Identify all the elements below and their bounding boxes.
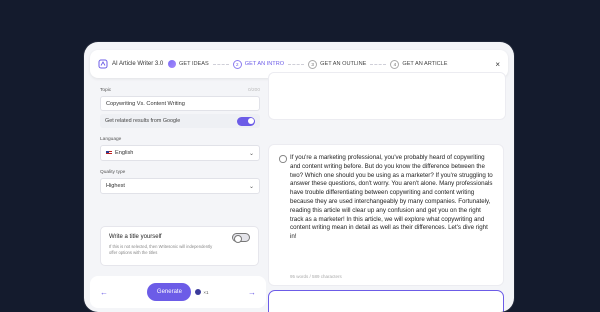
step-label: GET AN INTRO (244, 61, 285, 67)
arrow-left-icon[interactable]: ← (100, 288, 108, 297)
settings-panel: Topic 0/200 Copywriting Vs. Content Writ… (100, 88, 260, 194)
credits-indicator: ×1 (195, 289, 209, 295)
step-get-outline[interactable]: 3 GET AN OUTLINE (308, 59, 367, 69)
topic-label-row: Topic 0/200 (100, 88, 260, 93)
intro-word-count: 95 words / 589 characters (290, 274, 342, 279)
step-connector (212, 63, 229, 65)
quality-label-row: Quality type (100, 170, 260, 175)
step-get-article[interactable]: 4 GET AN ARTICLE (390, 59, 448, 69)
quality-select[interactable]: Highest ⌄ (100, 178, 260, 194)
topic-input[interactable]: Copywriting Vs. Content Writing (100, 96, 260, 111)
topic-label: Topic (100, 88, 112, 93)
app-title: AI Article Writer 3.0 (112, 61, 164, 67)
write-title-card: Write a title yourself If this is not se… (100, 226, 259, 266)
intro-option-card[interactable]: If you're a marketing professional, you'… (268, 144, 504, 286)
us-flag-icon (106, 150, 112, 155)
step-number: 3 (308, 59, 318, 69)
quality-label: Quality type (100, 170, 126, 175)
article-writer-window: AI Article Writer 3.0 GET IDEAS 2 GET AN… (84, 42, 514, 312)
app-logo-icon (98, 59, 108, 69)
topic-value: Copywriting Vs. Content Writing (106, 100, 185, 107)
close-icon[interactable]: × (495, 60, 500, 69)
credits-count: ×1 (203, 289, 209, 295)
selected-intro-card[interactable] (268, 290, 504, 312)
language-select[interactable]: English ⌄ (100, 145, 260, 161)
write-title-toggle[interactable] (232, 233, 250, 243)
step-label: GET IDEAS (179, 61, 209, 67)
step-label: GET AN OUTLINE (320, 61, 367, 67)
related-results-row: Get related results from Google (100, 114, 260, 128)
language-label: Language (100, 137, 122, 142)
step-connector (370, 63, 387, 65)
previous-intro-card[interactable] (268, 72, 506, 120)
step-done-icon (168, 60, 176, 68)
step-label: GET AN ARTICLE (402, 61, 448, 67)
write-title-description: If this is not selected, then Writesonic… (109, 244, 213, 255)
quality-value: Highest (106, 183, 125, 189)
generate-button[interactable]: Generate (147, 283, 192, 301)
topic-counter: 0/200 (247, 88, 260, 93)
step-get-intro[interactable]: 2 GET AN INTRO (232, 59, 285, 69)
language-value: English (115, 150, 134, 156)
arrow-right-icon[interactable]: → (248, 288, 256, 297)
step-get-ideas[interactable]: GET IDEAS (168, 60, 209, 68)
write-title-heading: Write a title yourself (109, 234, 162, 240)
step-number: 2 (232, 59, 242, 69)
intro-text: If you're a marketing professional, you'… (290, 154, 493, 241)
step-number: 4 (390, 59, 400, 69)
chevron-down-icon: ⌄ (248, 150, 254, 157)
related-results-toggle[interactable] (237, 116, 255, 126)
language-label-row: Language (100, 137, 260, 142)
generate-bar: ← Generate ×1 → (90, 276, 266, 308)
intro-radio[interactable] (279, 155, 287, 163)
credit-coin-icon (195, 289, 202, 295)
chevron-down-icon: ⌄ (248, 183, 254, 190)
related-results-label: Get related results from Google (105, 118, 181, 124)
step-connector (288, 63, 305, 65)
